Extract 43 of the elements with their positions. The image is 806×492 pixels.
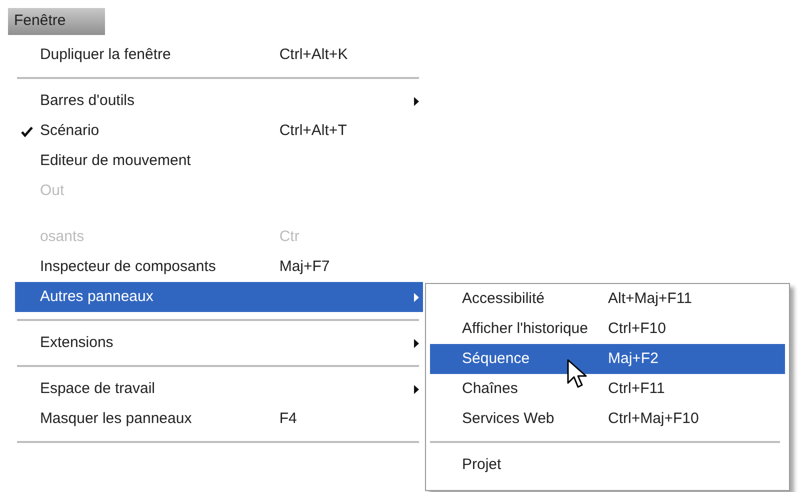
menu-item[interactable]: Dupliquer la fenêtre Ctrl+Alt+K xyxy=(15,40,423,70)
menu-item-label: Accessibilité xyxy=(461,288,546,309)
menu-item-label: Masquer les panneaux xyxy=(40,408,193,429)
menu-item[interactable]: Chaînes Ctrl+F11 xyxy=(430,374,785,404)
shortcut-text: Ctrl+F11 xyxy=(608,378,666,399)
shortcut-text: Ctrl+F10 xyxy=(608,318,667,339)
shortcut-text: Ctrl+Alt+T xyxy=(279,120,348,141)
menu-item-label: Out xyxy=(40,180,66,201)
menu-item[interactable]: Séquence Maj+F2 xyxy=(430,344,785,374)
menu-title[interactable]: Fenêtre xyxy=(8,8,105,35)
menu-item[interactable]: Barres d'outils xyxy=(15,86,423,116)
menu-item-label: Services Web xyxy=(461,408,556,429)
menu-item-label: Autres panneaux xyxy=(40,286,154,307)
menu-item-label: Projet xyxy=(461,454,502,475)
menu-item[interactable]: Afficher l'historique Ctrl+F10 xyxy=(430,314,785,344)
menu-item[interactable]: Espace de travail xyxy=(15,374,423,404)
menu-item[interactable]: Editeur de mouvement xyxy=(15,146,423,176)
menu-item[interactable]: Inspecteur de composants Maj+F7 xyxy=(15,252,423,282)
menu-item-label: Afficher l'historique xyxy=(461,318,589,339)
shortcut-text: Ctrl+Maj+F10 xyxy=(608,408,700,429)
shortcut-text: Maj+F2 xyxy=(608,348,660,369)
menu-item[interactable]: Masquer les panneaux F4 xyxy=(15,404,423,434)
menu-item-label: Chaînes xyxy=(461,378,519,399)
menu-item[interactable]: Services Web Ctrl+Maj+F10 xyxy=(430,404,785,434)
menu-item-label: Séquence xyxy=(461,348,531,369)
menu-item-label: Barres d'outils xyxy=(40,90,136,111)
menu-item-label: osants xyxy=(40,226,86,247)
menu-item-label: Scénario xyxy=(40,120,100,141)
shortcut-text: Maj+F7 xyxy=(279,256,331,277)
menu-item-label: Inspecteur de composants xyxy=(40,256,217,277)
menu-item-label: Extensions xyxy=(40,332,114,353)
menu-item-label: Dupliquer la fenêtre xyxy=(40,44,172,65)
menu-item-label: Espace de travail xyxy=(40,378,156,399)
menu-item[interactable]: Autres panneaux xyxy=(15,282,423,312)
shortcut-text: Alt+Maj+F11 xyxy=(608,288,693,309)
shortcut-text: F4 xyxy=(279,408,298,429)
shortcut-text: Ctrl+Alt+K xyxy=(279,44,349,65)
menu-item[interactable]: Scénario Ctrl+Alt+T xyxy=(15,116,423,146)
menu-item[interactable]: Accessibilité Alt+Maj+F11 xyxy=(430,284,785,314)
menu-item[interactable]: Projet xyxy=(430,450,785,480)
menu-item-label: Editeur de mouvement xyxy=(40,150,192,171)
menu-item[interactable]: Extensions xyxy=(15,328,423,358)
shortcut-text: Ctr xyxy=(279,226,300,247)
